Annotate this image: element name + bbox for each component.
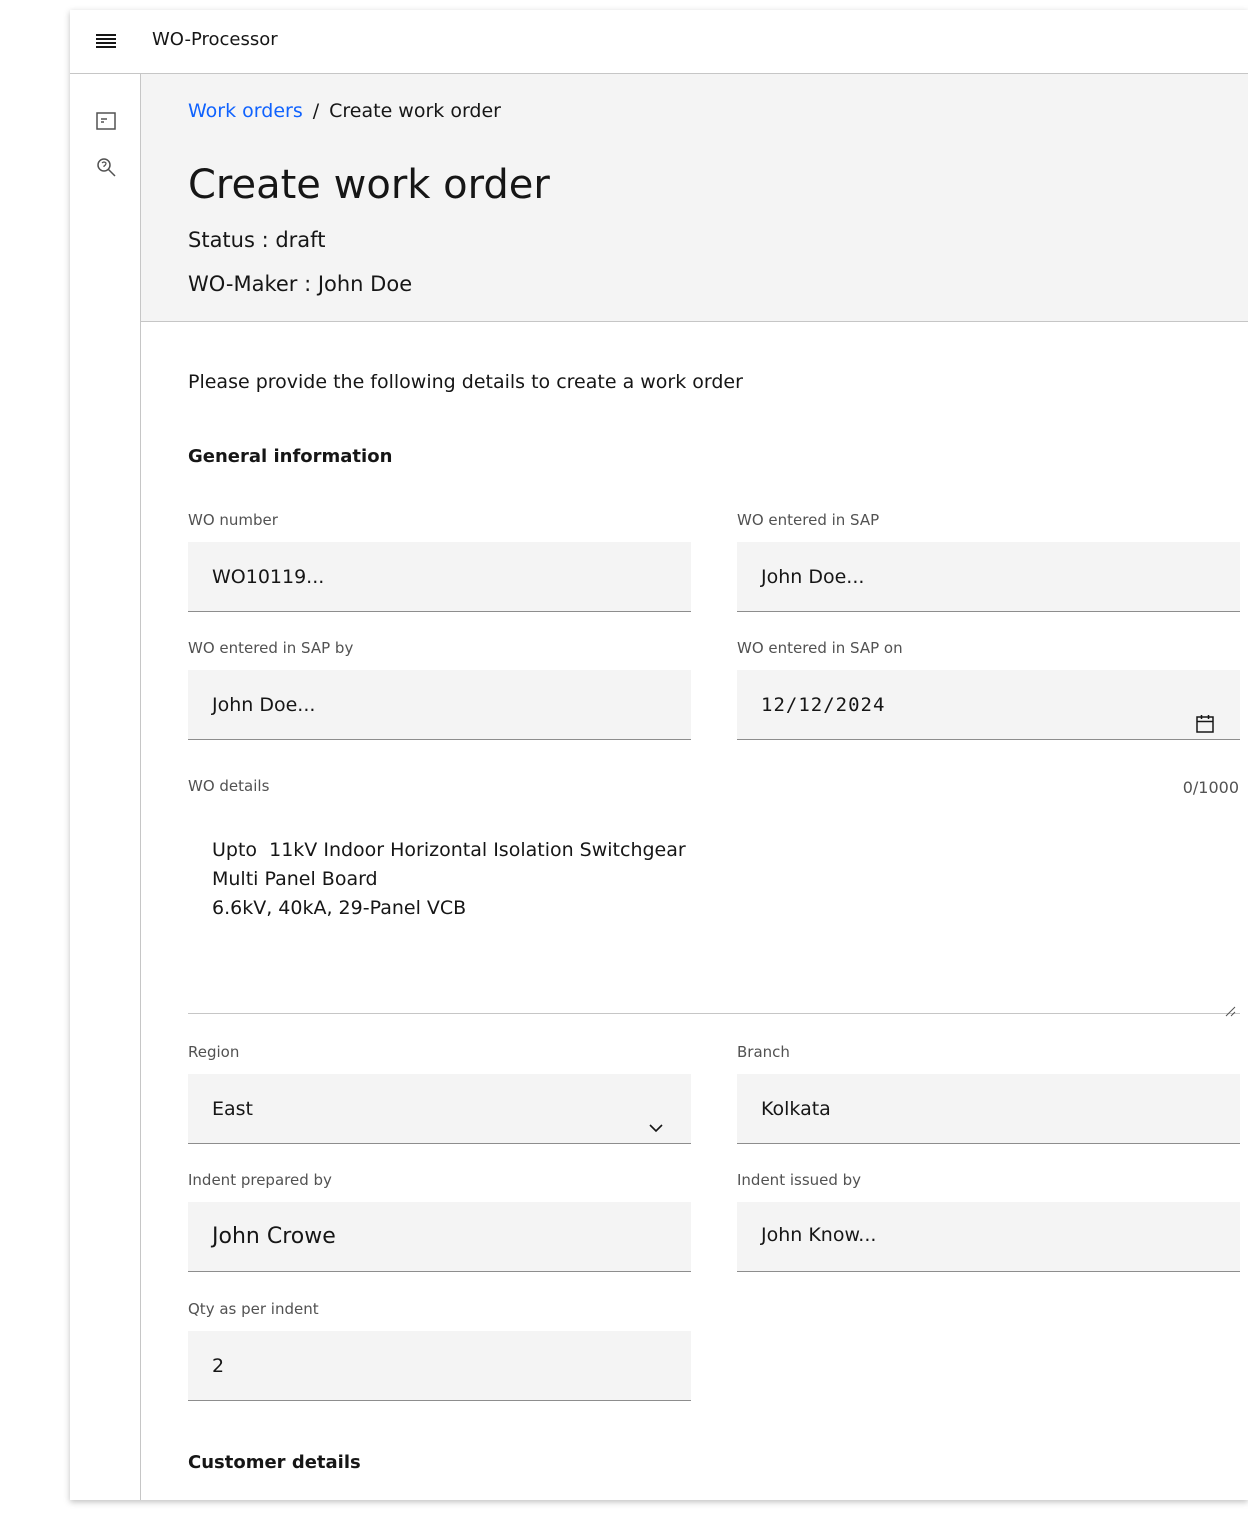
section-title-customer: Customer details: [188, 1452, 361, 1473]
page-title: Create work order: [188, 162, 550, 208]
indent-prepared-by-input[interactable]: John Crowe: [188, 1202, 691, 1272]
search-history-icon[interactable]: [95, 156, 117, 178]
region-select[interactable]: East: [188, 1074, 691, 1144]
wo-entered-sap-by-input[interactable]: John Doe...: [188, 670, 691, 740]
region-label: Region: [188, 1043, 240, 1061]
chevron-down-icon[interactable]: [645, 1098, 667, 1133]
wo-details-line: Upto 11kV Indoor Horizontal Isolation Sw…: [212, 839, 686, 861]
region-selected-value: East: [212, 1098, 253, 1120]
indent-prepared-by-label: Indent prepared by: [188, 1171, 332, 1189]
wo-number-label: WO number: [188, 511, 278, 529]
wo-number-input[interactable]: WO10119...: [188, 542, 691, 612]
wo-maker-text: WO-Maker : John Doe: [188, 272, 413, 296]
form-document-icon[interactable]: [95, 110, 117, 132]
calendar-icon[interactable]: [1194, 694, 1216, 733]
branch-label: Branch: [737, 1043, 790, 1061]
wo-details-textarea[interactable]: Upto 11kV Indoor Horizontal Isolation Sw…: [188, 820, 1240, 1017]
wo-entered-sap-by-label: WO entered in SAP by: [188, 639, 354, 657]
wo-entered-sap-label: WO entered in SAP: [737, 511, 880, 529]
form-intro: Please provide the following details to …: [188, 371, 743, 393]
branch-input[interactable]: Kolkata: [737, 1074, 1240, 1144]
qty-as-per-indent-input[interactable]: 2: [188, 1331, 691, 1401]
wo-details-line: 6.6kV, 40kA, 29-Panel VCB: [212, 897, 467, 919]
app-name: WO-Processor: [152, 29, 278, 50]
qty-as-per-indent-label: Qty as per indent: [188, 1300, 319, 1318]
wo-entered-sap-input[interactable]: John Doe...: [737, 542, 1240, 612]
indent-issued-by-input[interactable]: John Know...: [737, 1202, 1240, 1272]
wo-details-label: WO details: [188, 777, 270, 795]
date-value: 12/12/2024: [761, 694, 886, 716]
indent-issued-by-label: Indent issued by: [737, 1171, 862, 1189]
app-header: WO-Processor: [70, 10, 1248, 74]
wo-entered-sap-on-date-input[interactable]: 12/12/2024: [737, 670, 1240, 740]
breadcrumb-current: Create work order: [329, 100, 501, 122]
side-nav: [70, 74, 141, 1500]
app-window: WO-Processor Work orders / Create work ord…: [70, 10, 1248, 1500]
page-header: Work orders / Create work order Create wor…: [141, 74, 1248, 322]
wo-details-line: Multi Panel Board: [212, 868, 378, 890]
wo-details-char-counter: 0/1000: [1182, 778, 1239, 797]
wo-entered-sap-on-label: WO entered in SAP on: [737, 639, 903, 657]
resize-handle-icon[interactable]: [1224, 997, 1236, 1017]
hamburger-menu-icon[interactable]: [92, 28, 120, 56]
breadcrumb-link-work-orders[interactable]: Work orders: [188, 100, 303, 122]
status-text: Status : draft: [188, 228, 326, 252]
section-title-general: General information: [188, 446, 393, 467]
breadcrumb: Work orders / Create work order: [188, 100, 501, 122]
breadcrumb-separator: /: [312, 100, 320, 122]
